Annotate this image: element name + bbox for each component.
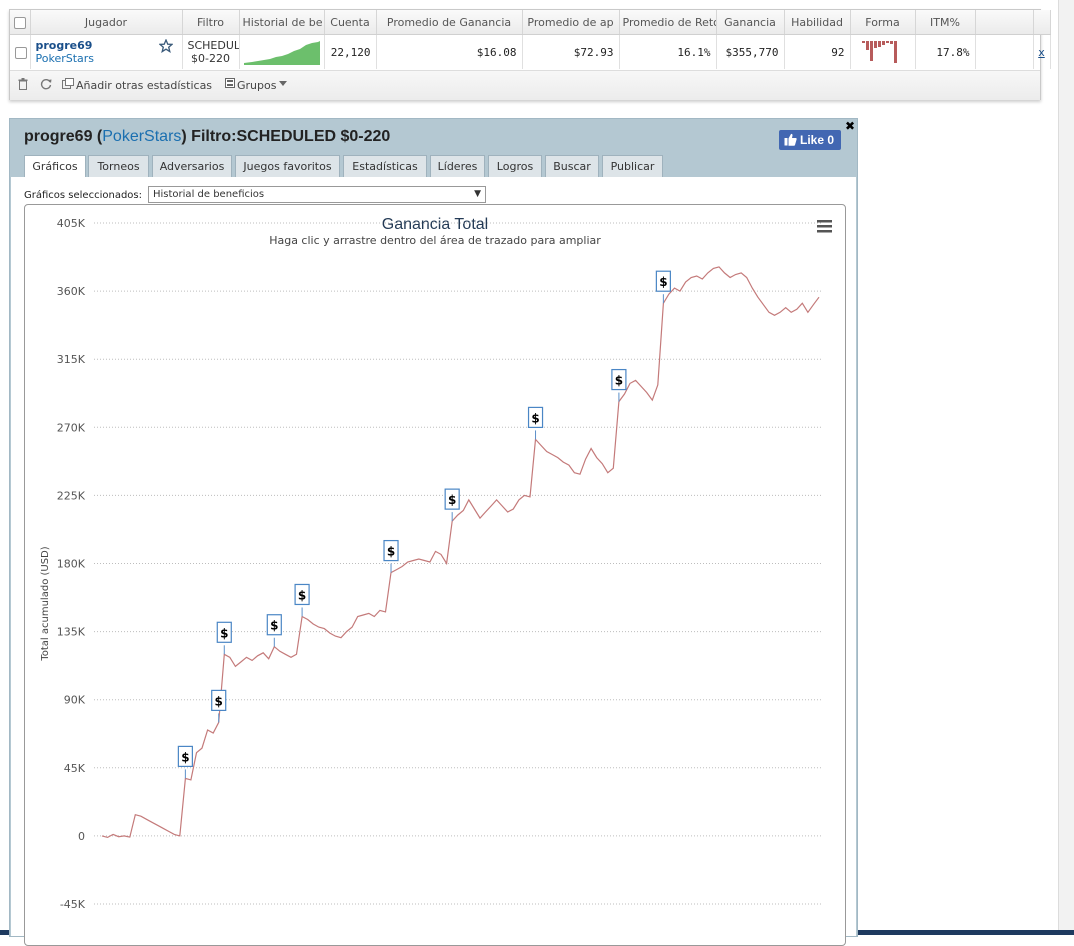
- chart-menu-icon[interactable]: [817, 220, 832, 233]
- filter-line-1: SCHEDUL: [187, 39, 239, 52]
- player-cell: progre69 PokerStars: [30, 34, 183, 69]
- marker-label: $: [270, 619, 278, 633]
- series-line: [101, 266, 820, 839]
- header-avg-roi[interactable]: Promedio de Retorno: [619, 10, 717, 35]
- form-bars: [861, 41, 897, 63]
- tab-adversarios[interactable]: Adversarios: [152, 155, 232, 177]
- header-filter[interactable]: Filtro: [182, 10, 240, 35]
- tab-juegos-favoritos[interactable]: Juegos favoritos: [235, 155, 340, 177]
- tab-torneos[interactable]: Torneos: [88, 155, 149, 177]
- select-all-checkbox[interactable]: [13, 16, 26, 29]
- player-site-link[interactable]: PokerStars: [36, 52, 177, 65]
- header-spacer-2: [1033, 10, 1051, 35]
- chart-subtitle: Haga clic y arrastre dentro del área de …: [269, 234, 601, 247]
- panel-title: progre69 (PokerStars) Filtro:SCHEDULED $…: [24, 128, 391, 145]
- marker-label: $: [298, 588, 306, 602]
- player-stats-table: Jugador Filtro Historial de be Cuenta Pr…: [9, 9, 1051, 100]
- header-ability[interactable]: Habilidad: [784, 10, 851, 35]
- header-avg-profit[interactable]: Promedio de Ganancia: [376, 10, 523, 35]
- facebook-like-button[interactable]: Like 0: [779, 130, 841, 150]
- marker-label: $: [615, 374, 623, 388]
- header-history[interactable]: Historial de be: [239, 10, 325, 35]
- ability-value: 92: [784, 34, 851, 69]
- chart-svg: Ganancia TotalHaga clic y arrastre dentr…: [40, 216, 832, 911]
- y-tick-label: 405K: [57, 217, 86, 230]
- y-tick-label: 45K: [64, 762, 86, 775]
- remove-row-link[interactable]: x: [1038, 46, 1045, 59]
- chart-title: Ganancia Total: [382, 216, 488, 233]
- y-tick-label: 0: [78, 830, 85, 843]
- panel-player-name: progre69: [24, 128, 93, 145]
- header-profit[interactable]: Ganancia: [716, 10, 785, 35]
- marker-label: $: [387, 545, 395, 559]
- like-label: Like 0: [800, 133, 835, 147]
- header-count[interactable]: Cuenta: [324, 10, 377, 35]
- count-value: 22,120: [324, 34, 377, 69]
- y-tick-label: 315K: [57, 353, 86, 366]
- stats-table: Jugador Filtro Historial de be Cuenta Pr…: [10, 10, 1051, 69]
- marker-label: $: [659, 275, 667, 289]
- header-itm[interactable]: ITM%: [915, 10, 976, 35]
- y-tick-label: 90K: [64, 694, 86, 707]
- form-cell: [850, 34, 916, 69]
- y-axis-label: Total acumulado (USD): [40, 546, 51, 661]
- avg-stake-value: $72.93: [522, 34, 620, 69]
- history-sparkline-cell: [239, 34, 325, 69]
- filter-cell: SCHEDUL $0-220: [182, 34, 240, 69]
- marker-label: $: [531, 411, 539, 425]
- y-tick-label: -45K: [60, 898, 86, 911]
- y-tick-label: 135K: [57, 626, 86, 639]
- itm-value: 17.8%: [915, 34, 976, 69]
- profit-value: $355,770: [716, 34, 785, 69]
- avg-profit-value: $16.08: [376, 34, 523, 69]
- header-form[interactable]: Forma: [850, 10, 916, 35]
- close-icon[interactable]: ✖: [845, 119, 855, 133]
- profit-chart[interactable]: Ganancia Total Haga clic y arrastre dentr…: [24, 204, 846, 946]
- select-all-header[interactable]: [10, 10, 31, 35]
- tab-estadisticas[interactable]: Estadísticas: [343, 155, 427, 177]
- marker-label: $: [215, 694, 223, 708]
- header-spacer: [975, 10, 1034, 35]
- filter-line-2: $0-220: [191, 52, 230, 65]
- header-avg-stake[interactable]: Promedio de ap: [522, 10, 620, 35]
- avg-roi-value: 16.1%: [619, 34, 717, 69]
- tab-logros[interactable]: Logros: [488, 155, 542, 177]
- add-stats-button[interactable]: Añadir otras estadísticas: [76, 79, 212, 92]
- selected-charts-label: Gráficos seleccionados:: [24, 190, 142, 201]
- y-tick-label: 270K: [57, 421, 86, 434]
- table-toolbar: Añadir otras estadísticas Grupos: [10, 70, 1040, 100]
- favorite-star-icon[interactable]: [158, 39, 173, 53]
- y-tick-label: 360K: [57, 285, 86, 298]
- groups-button[interactable]: Grupos: [237, 79, 276, 92]
- right-scroll-strip: [1058, 0, 1074, 935]
- header-player[interactable]: Jugador: [30, 10, 183, 35]
- panel-site-link[interactable]: PokerStars: [102, 128, 181, 145]
- remove-cell: x: [1033, 34, 1051, 69]
- thumbs-up-icon: [784, 133, 797, 146]
- panel-filter: Filtro:SCHEDULED $0-220: [191, 128, 391, 145]
- tab-lideres[interactable]: Líderes: [430, 155, 485, 177]
- tab-publicar[interactable]: Publicar: [602, 155, 663, 177]
- chart-select-value: Historial de beneficios: [153, 189, 265, 200]
- y-tick-label: 180K: [57, 558, 86, 571]
- row-spacer: [975, 34, 1034, 69]
- row-select-cell[interactable]: [10, 34, 31, 69]
- y-tick-label: 225K: [57, 489, 86, 502]
- tab-graficos[interactable]: Gráficos: [24, 155, 86, 178]
- dropdown-arrow-icon[interactable]: ▼: [474, 187, 481, 202]
- marker-label: $: [448, 493, 456, 507]
- history-sparkline: [243, 41, 320, 65]
- marker-label: $: [220, 626, 228, 640]
- table-row: progre69 PokerStars SCHEDUL $0-220 22,12…: [10, 34, 1051, 69]
- tab-buscar[interactable]: Buscar: [545, 155, 599, 177]
- row-checkbox[interactable]: [15, 46, 27, 59]
- player-profile-panel: progre69 (PokerStars) Filtro:SCHEDULED $…: [9, 118, 858, 946]
- player-name-link[interactable]: progre69: [36, 39, 177, 52]
- marker-label: $: [181, 750, 189, 764]
- chart-select[interactable]: Historial de beneficios ▼: [148, 186, 486, 203]
- tab-content: Gráficos seleccionados: Historial de ben…: [11, 177, 856, 946]
